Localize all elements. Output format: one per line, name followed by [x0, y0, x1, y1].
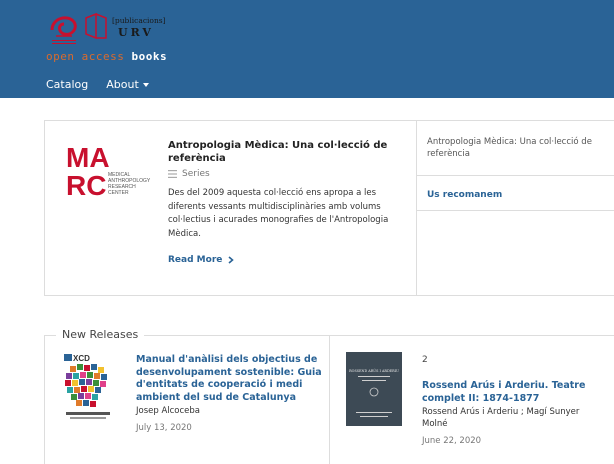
caret-down-icon	[142, 83, 149, 87]
series-tag: Series	[168, 169, 398, 179]
book1-cover-text: XCD	[73, 354, 90, 363]
nav-catalog[interactable]: Catalog	[46, 78, 88, 91]
book-author: Josep Alcoceba	[136, 406, 201, 416]
read-more-label: Read More	[168, 255, 223, 265]
marc-logo-top: MA	[66, 142, 110, 173]
book-date: June 22, 2020	[422, 436, 482, 446]
sidebar-title: Antropologia Mèdica: Una col·lecció de r…	[427, 137, 592, 159]
new-releases-heading: New Releases	[56, 328, 145, 341]
book-title-link[interactable]: Rossend Arús i Arderiu. Teatre complet I…	[422, 380, 607, 405]
sidebar-divider	[417, 175, 614, 176]
new-releases-left-border	[44, 335, 45, 464]
nav-about-label: About	[106, 78, 139, 91]
marc-logo-bottom: RC	[66, 170, 106, 200]
logo-orange-text: open access	[46, 50, 125, 63]
book-cover-image: XCD	[60, 352, 116, 426]
site-logo[interactable]: [publicacions] URV open access books	[46, 10, 176, 66]
book-info: Manual d'anàlisi dels objectius de desen…	[136, 354, 326, 433]
sidebar-divider	[417, 210, 614, 211]
main-nav: Catalog About	[46, 78, 149, 91]
book-info: 2 Rossend Arús i Arderiu. Teatre complet…	[422, 355, 607, 446]
nav-catalog-label: Catalog	[46, 78, 89, 91]
series-tag-label: Series	[182, 169, 210, 179]
read-more-link[interactable]: Read More	[168, 255, 398, 265]
urv-emblem-icon	[46, 10, 82, 48]
nav-about-dropdown[interactable]: About	[106, 78, 149, 91]
new-releases-mid-border	[329, 336, 330, 464]
pub-line2: URV	[118, 26, 154, 39]
book-cover-image: ROSSEND ARÚS I ARDERIU	[346, 352, 402, 426]
site-header: [publicacions] URV open access books Cat…	[0, 0, 614, 98]
pub-line1: [publicacions]	[112, 16, 166, 25]
list-icon	[168, 170, 177, 178]
marc-caption-4: CENTER	[108, 190, 129, 196]
series-info: Antropologia Mèdica: Una col·lecció de r…	[168, 139, 398, 265]
chevron-right-icon	[228, 256, 235, 264]
logo-white-text: books	[131, 50, 168, 63]
column-divider	[416, 120, 417, 296]
series-title: Antropologia Mèdica: Una col·lecció de r…	[168, 140, 388, 164]
publicacions-urv-icon: [publicacions] URV	[85, 12, 166, 40]
us-recomanem-link[interactable]: Us recomanem	[427, 190, 502, 200]
book-title-link[interactable]: Manual d'anàlisi dels objectius de desen…	[136, 354, 326, 404]
series-description: Des del 2009 aquesta col·lecció ens apro…	[168, 188, 389, 239]
marc-logo-icon: MA RC MEDICAL ANTHROPOLOGY RESEARCH CENT…	[66, 142, 151, 200]
open-access-wordmark: open access books	[46, 50, 167, 63]
book2-cover-text: ROSSEND ARÚS I ARDERIU	[349, 368, 399, 373]
book-date: July 13, 2020	[136, 423, 192, 433]
book-author: Rossend Arús i Arderiu ; Magí Sunyer Mol…	[422, 407, 580, 429]
book-number: 2	[422, 355, 428, 365]
